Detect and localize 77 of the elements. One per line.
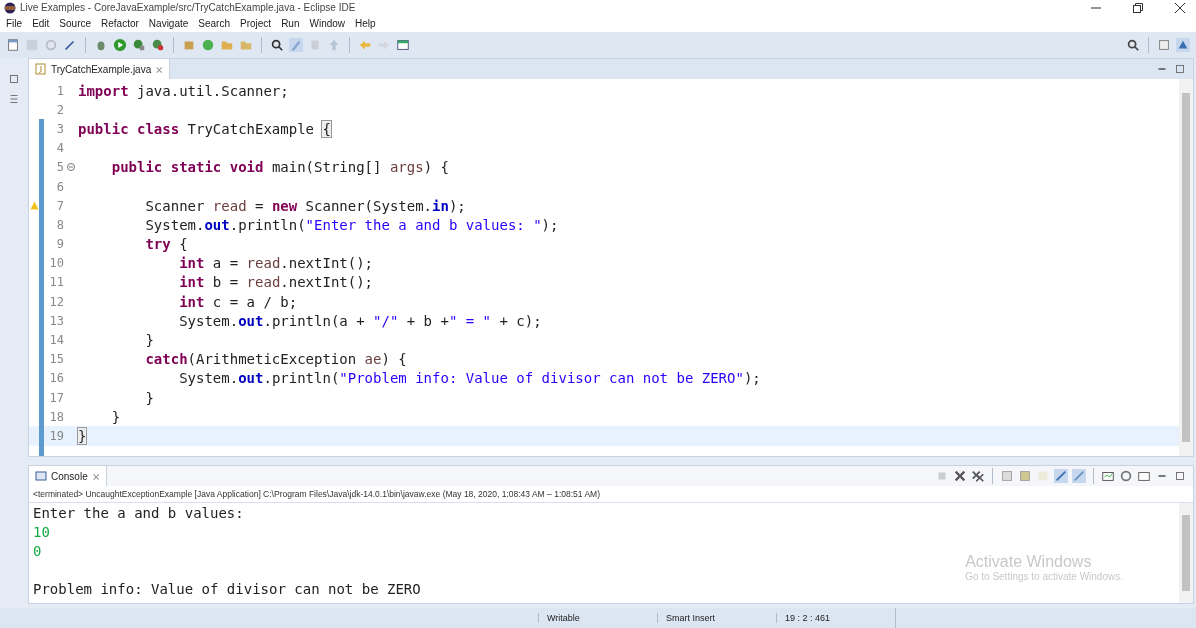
code-line: public static void main(String[] args) {	[110, 159, 449, 176]
maximize-view-icon[interactable]	[1173, 469, 1187, 483]
code-line: try {	[144, 236, 188, 253]
console-output-line: Problem info: Value of divisor can not be ZERO	[33, 581, 421, 599]
menu-item[interactable]: File	[6, 18, 23, 29]
window-title: Live Examples - CoreJavaExample/src/TryCatchExample.java - Eclipse IDE	[20, 2, 356, 13]
line-number: 4	[55, 141, 64, 156]
scrollbar[interactable]	[1179, 79, 1193, 456]
line-number: 19	[48, 428, 64, 443]
java-file-icon	[35, 63, 47, 75]
eclipse-logo-icon	[4, 1, 16, 14]
line-number: 5	[55, 160, 64, 175]
status-field: Smart Insert	[657, 613, 776, 623]
code-line: }	[144, 389, 154, 406]
scrollbar[interactable]	[1179, 503, 1193, 603]
line-number: 10	[48, 256, 64, 271]
line-number: 9	[55, 237, 64, 252]
restore-view-icon[interactable]	[7, 72, 21, 86]
menu-item[interactable]: Help	[355, 18, 376, 29]
code-line: }	[110, 408, 121, 425]
close-icon[interactable]	[1174, 1, 1186, 14]
line-number: 18	[48, 409, 64, 424]
menu-item[interactable]: Window	[309, 18, 346, 29]
line-number: 13	[48, 313, 64, 328]
menu-item[interactable]: Run	[281, 18, 300, 29]
remove-all-icon[interactable]	[971, 469, 985, 483]
console-icon	[35, 470, 47, 482]
console-output-line: 0	[33, 543, 42, 561]
run-icon[interactable]	[113, 38, 127, 52]
line-number: 7	[55, 198, 64, 213]
line-number: 12	[48, 294, 64, 309]
console-process-label: <terminated> UncaughtExceptionExample [Java Application] C:\Program Files\Java\jdk-14.0.1\bin\javaw.exe (May 18, 2020, 1:08:43 AM – 1:08:51 AM)	[29, 486, 1193, 503]
menu-item[interactable]: Search	[198, 18, 230, 29]
maximize-view-icon[interactable]	[1173, 62, 1187, 76]
menu-item[interactable]: Source	[59, 18, 92, 29]
search-icon[interactable]	[270, 38, 284, 52]
fold-icon[interactable]	[67, 163, 75, 172]
line-number: 16	[48, 371, 64, 386]
code-line: public class TryCatchExample {	[78, 120, 331, 137]
display-console-icon[interactable]	[1101, 469, 1115, 483]
code-line: System.out.println("Problem info: Value of divisor can not be ZERO");	[178, 370, 761, 387]
close-tab-button[interactable]: ⨯	[91, 470, 100, 482]
close-tab-button[interactable]: ⨯	[155, 63, 164, 75]
line-number: 1	[55, 83, 64, 98]
new-file-icon[interactable]	[6, 38, 20, 52]
line-number: 14	[48, 333, 64, 348]
code-line: System.out.println(a + "/" + b +" = " + c);	[178, 312, 542, 329]
code-line: Scanner read = new Scanner(System.in);	[144, 197, 466, 214]
line-number: 6	[55, 179, 64, 194]
line-number: 3	[55, 121, 64, 136]
menu-item[interactable]: Project	[240, 18, 272, 29]
menu-item[interactable]: Navigate	[148, 18, 189, 29]
code-line: catch(ArithmeticException ae) {	[144, 351, 407, 368]
console-tab[interactable]: Console ⨯	[29, 466, 107, 486]
line-number: 2	[55, 102, 64, 117]
code-line: }	[144, 332, 154, 349]
console-output-line: 10	[33, 524, 50, 542]
warning-icon	[29, 201, 39, 211]
line-number: 11	[48, 275, 64, 290]
window-icon[interactable]	[396, 38, 410, 52]
search-icon[interactable]	[1126, 38, 1140, 52]
status-field: Writable	[538, 613, 657, 623]
code-line: import java.util.Scanner;	[78, 82, 289, 99]
code-line: int b = read.nextInt();	[178, 274, 374, 291]
code-line: int c = a / b;	[178, 293, 298, 310]
restore-icon[interactable]	[1132, 1, 1144, 14]
status-field: 19 : 2 : 461	[776, 613, 895, 623]
menu-item[interactable]: Refactor	[101, 18, 139, 29]
line-number: 15	[48, 352, 64, 367]
menu-item[interactable]: Edit	[32, 18, 50, 29]
line-number: 17	[48, 390, 64, 405]
console-output-line: Enter the a and b values:	[33, 505, 244, 523]
remove-icon[interactable]	[953, 469, 967, 483]
editor-tab[interactable]: TryCatchExample.java ⨯	[29, 59, 171, 79]
code-line: int a = read.nextInt();	[178, 255, 374, 272]
line-number: 8	[55, 217, 64, 232]
code-line: System.out.println("Enter the a and b values: ");	[144, 216, 559, 233]
